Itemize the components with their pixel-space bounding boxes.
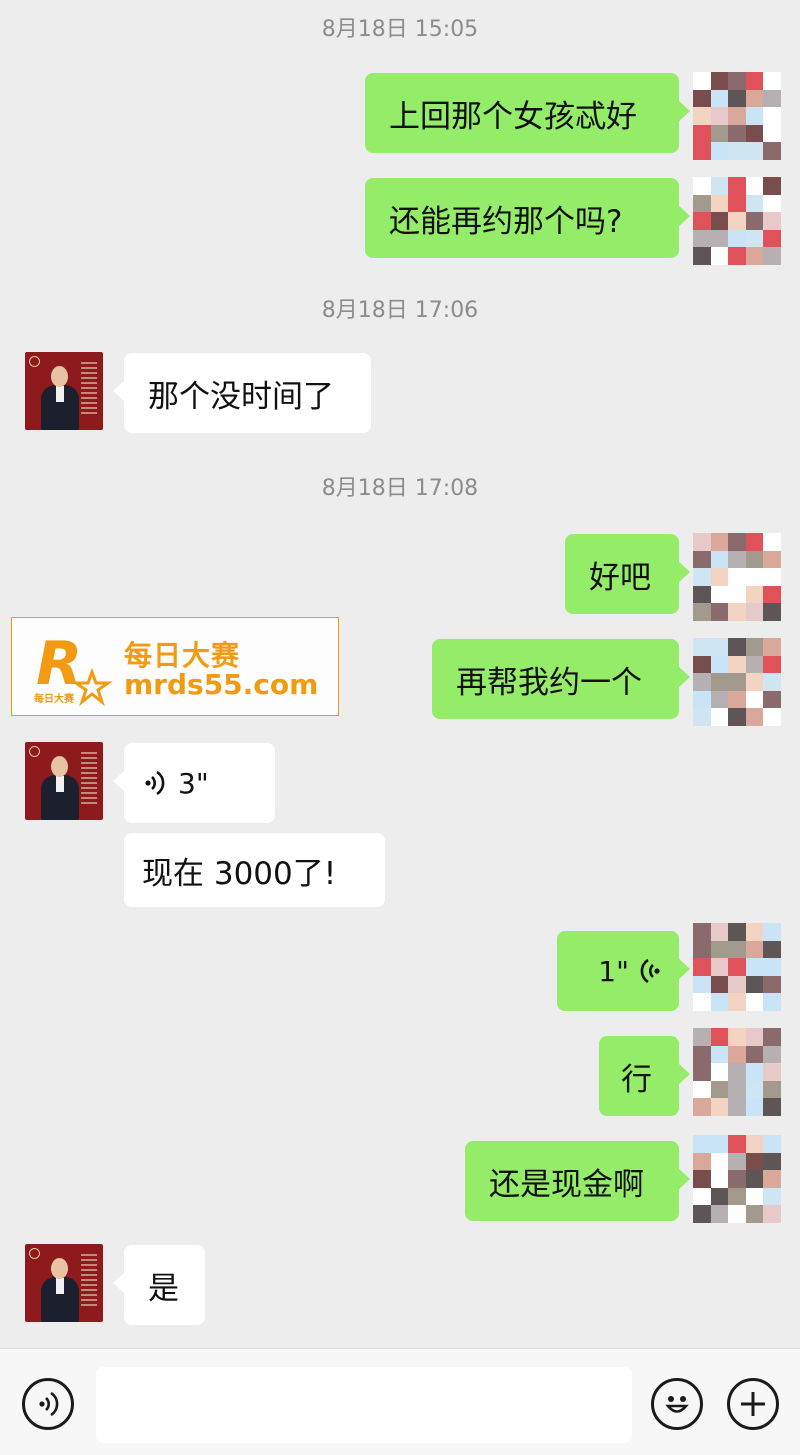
my-avatar[interactable] <box>693 923 781 1011</box>
message-bubble-sent[interactable]: 行 <box>599 1036 690 1116</box>
brand-logo-icon: R 每日大赛 <box>34 630 113 706</box>
message-text: 再帮我约一个 <box>456 664 642 701</box>
message-bubble-received[interactable]: 那个没时间了 <box>113 353 371 433</box>
plus-button[interactable] <box>727 1378 779 1430</box>
message-bubble-received[interactable]: 是 <box>113 1245 205 1325</box>
message-text: 还能再约那个吗? <box>389 203 623 240</box>
contact-avatar[interactable] <box>25 1244 103 1322</box>
voice-wave-icon <box>144 769 166 797</box>
voice-duration: 1" <box>598 954 629 988</box>
message-text: 那个没时间了 <box>148 378 334 415</box>
svg-text:R: R <box>36 630 82 699</box>
my-avatar[interactable] <box>693 638 781 726</box>
timestamp: 8月18日 17:06 <box>321 298 479 323</box>
voice-wave-icon <box>639 957 661 985</box>
emoji-button[interactable] <box>651 1378 703 1430</box>
timestamp: 8月18日 15:05 <box>321 17 479 42</box>
my-avatar[interactable] <box>693 72 781 160</box>
voice-mode-button[interactable] <box>22 1378 74 1430</box>
watermark-domain: mrds55.com <box>124 668 319 701</box>
message-bubble-sent[interactable]: 还能再约那个吗? <box>365 178 690 258</box>
message-text: 上回那个女孩忒好 <box>389 98 637 135</box>
my-avatar[interactable] <box>693 533 781 621</box>
message-bubble-sent[interactable]: 再帮我约一个 <box>432 639 690 719</box>
message-bubble-sent[interactable]: 上回那个女孩忒好 <box>365 73 690 153</box>
voice-mode-icon <box>39 1391 59 1417</box>
voice-message-sent[interactable]: 1" <box>557 931 690 1011</box>
message-text: 还是现金啊 <box>489 1166 644 1203</box>
timestamp: 8月18日 17:08 <box>321 476 479 501</box>
message-bubble-sent[interactable]: 好吧 <box>565 534 690 614</box>
message-text: 行 <box>621 1061 652 1098</box>
my-avatar[interactable] <box>693 1028 781 1116</box>
message-bubble-received[interactable]: 现在 3000了! <box>124 833 385 907</box>
my-avatar[interactable] <box>693 1135 781 1223</box>
plus-icon <box>741 1392 765 1416</box>
chat-input-bar <box>0 1348 800 1455</box>
watermark-banner: R 每日大赛 每日大赛 mrds55.com <box>11 617 339 716</box>
message-text: 好吧 <box>589 559 651 596</box>
svg-text:每日大赛: 每日大赛 <box>34 692 75 705</box>
emoji-icon <box>665 1396 689 1413</box>
message-bubble-sent[interactable]: 还是现金啊 <box>465 1141 690 1221</box>
voice-message-received[interactable]: 3" <box>113 743 275 823</box>
message-input[interactable] <box>96 1367 632 1443</box>
message-text: 是 <box>148 1270 179 1307</box>
my-avatar[interactable] <box>693 177 781 265</box>
contact-avatar[interactable] <box>25 742 103 820</box>
message-text: 现在 3000了! <box>142 855 337 892</box>
voice-duration: 3" <box>178 766 209 800</box>
contact-avatar[interactable] <box>25 352 103 430</box>
